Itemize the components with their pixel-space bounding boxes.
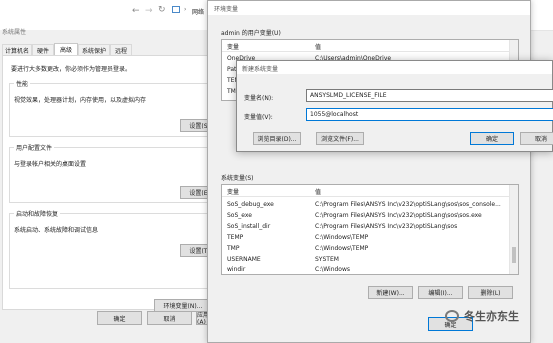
sysprops-cancel-button[interactable]: 取消 — [147, 311, 192, 325]
performance-desc: 视觉效果，处理器计划，内存使用，以及虚拟内存 — [14, 97, 147, 104]
table-row[interactable]: USERNAME SYSTEM — [222, 254, 518, 265]
sys-var-name: SoS_exe — [227, 212, 252, 219]
user-col-value[interactable]: 值 — [315, 42, 321, 51]
variable-name-input[interactable]: ANSYSLMD_LICENSE_FILE — [306, 89, 553, 102]
env-title-bar: 环境变量 — [208, 1, 530, 15]
system-vars-title: 系统变量(S) — [221, 175, 254, 182]
sys-new-button[interactable]: 新建(W)... — [368, 286, 413, 299]
tab-computer-name[interactable]: 计算机名 — [2, 44, 32, 55]
user-profile-title: 用户配置文件 — [14, 143, 55, 152]
table-row[interactable]: SoS_debug_exe C:\Program Files\ANSYS Inc… — [222, 199, 518, 210]
sys-var-name: SoS_install_dir — [227, 223, 271, 230]
network-icon — [172, 6, 180, 13]
variable-name-label: 变量名(N): — [244, 95, 274, 102]
sys-col-variable[interactable]: 变量 — [227, 187, 239, 196]
startup-recovery-desc: 系统启动、系统故障和调试信息 — [14, 227, 99, 234]
user-profile-group: 用户配置文件 与登录帐户相关的桌面设置 设置(E)... — [9, 143, 225, 203]
sys-edit-button[interactable]: 编辑(I)... — [418, 286, 463, 299]
sys-var-name: SoS_debug_exe — [227, 201, 274, 208]
watermark-text: 冬生亦东生 — [464, 310, 519, 323]
new-var-title: 新建系统变量 — [242, 66, 279, 73]
sys-var-value: C:\Windows\TEMP — [315, 245, 369, 252]
back-arrow-icon[interactable]: ← — [132, 6, 140, 16]
system-properties-title: 系统属性 — [2, 29, 27, 36]
tab-advanced[interactable]: 高级 — [54, 43, 78, 55]
sys-var-value: C:\Windows — [315, 266, 351, 273]
sys-var-name: windir — [227, 266, 246, 273]
new-system-variable-dialog: 新建系统变量 变量名(N): ANSYSLMD_LICENSE_FILE 变量值… — [236, 60, 553, 152]
system-vars-header: 变量 值 — [222, 185, 518, 197]
browse-directory-button[interactable]: 浏览目录(D)... — [253, 132, 301, 145]
sys-var-value: C:\Program Files\ANSYS Inc\v232\optiSLan… — [315, 201, 501, 208]
user-col-variable[interactable]: 变量 — [227, 42, 239, 51]
new-var-ok-button[interactable]: 确定 — [470, 132, 514, 145]
browse-file-button[interactable]: 浏览文件(F)... — [316, 132, 364, 145]
sys-var-name: TMP — [227, 245, 240, 252]
tab-remote[interactable]: 远程 — [110, 44, 132, 55]
sys-var-value: C:\Windows\TEMP — [315, 234, 369, 241]
system-vars-list[interactable]: 变量 值 SoS_debug_exe C:\Program Files\ANSY… — [221, 184, 519, 275]
startup-recovery-group: 启动和故障恢复 系统启动、系统故障和调试信息 设置(T)... — [9, 209, 225, 289]
new-var-cancel-button[interactable]: 取消 — [520, 132, 553, 145]
sys-var-value: C:\Program Files\ANSYS Inc\v232\optiSLan… — [315, 223, 458, 230]
sys-var-value: SYSTEM — [315, 256, 339, 263]
tab-system-protection[interactable]: 系统保护 — [78, 44, 110, 55]
admin-notice: 要进行大多数更改，你必须作为管理员登录。 — [11, 66, 132, 73]
user-profile-desc: 与登录帐户相关的桌面设置 — [14, 161, 87, 168]
user-var-name: TM — [227, 88, 236, 95]
refresh-icon[interactable]: ↻ — [158, 5, 166, 15]
table-row[interactable]: TEMP C:\Windows\TEMP — [222, 232, 518, 243]
user-vars-title: admin 的用户变量(U) — [221, 30, 281, 37]
sysprops-ok-button[interactable]: 确定 — [97, 311, 142, 325]
performance-group: 性能 视觉效果，处理器计划，内存使用，以及虚拟内存 设置(S)... — [9, 79, 225, 137]
table-row[interactable]: windir C:\Windows — [222, 264, 518, 274]
sys-col-value[interactable]: 值 — [315, 187, 321, 196]
table-row[interactable]: SoS_exe C:\Program Files\ANSYS Inc\v232\… — [222, 210, 518, 221]
env-window-title: 环境变量 — [214, 6, 239, 13]
forward-arrow-icon[interactable]: → — [145, 6, 153, 16]
user-var-name: Pat — [227, 66, 237, 73]
sys-delete-button[interactable]: 删除(L) — [468, 286, 513, 299]
sys-var-name: TEMP — [227, 234, 244, 241]
variable-value-input[interactable]: 1055@localhost — [306, 108, 553, 121]
table-row[interactable]: SoS_install_dir C:\Program Files\ANSYS I… — [222, 221, 518, 232]
variable-value-label: 变量值(V): — [244, 114, 273, 121]
system-vars-scrollbar[interactable] — [509, 185, 518, 274]
environment-variables-window: 环境变量 admin 的用户变量(U) 变量 值 OneDrive C:\Use… — [207, 0, 531, 343]
wechat-logo-icon — [445, 310, 459, 322]
user-vars-header: 变量 值 — [222, 40, 518, 52]
tab-panel: 要进行大多数更改，你必须作为管理员登录。 性能 视觉效果，处理器计划，内存使用，… — [2, 55, 225, 312]
startup-recovery-title: 启动和故障恢复 — [14, 209, 61, 218]
table-row[interactable]: TMP C:\Windows\TEMP — [222, 243, 518, 254]
scrollbar-thumb[interactable] — [512, 247, 516, 263]
system-properties-window: 系统属性 计算机名 硬件 高级 系统保护 远程 要进行大多数更改，你必须作为管理… — [0, 29, 225, 343]
breadcrumb-chevron-icon: › — [184, 6, 187, 13]
explorer-breadcrumb[interactable]: 网络 — [192, 7, 204, 16]
sys-var-value: C:\Program Files\ANSYS Inc\v232\optiSLan… — [315, 212, 482, 219]
new-var-title-bar: 新建系统变量 — [237, 61, 552, 74]
tab-hardware[interactable]: 硬件 — [32, 44, 54, 55]
sys-var-name: USERNAME — [227, 256, 261, 263]
performance-title: 性能 — [14, 79, 31, 88]
watermark: 冬生亦东生 — [445, 306, 519, 326]
